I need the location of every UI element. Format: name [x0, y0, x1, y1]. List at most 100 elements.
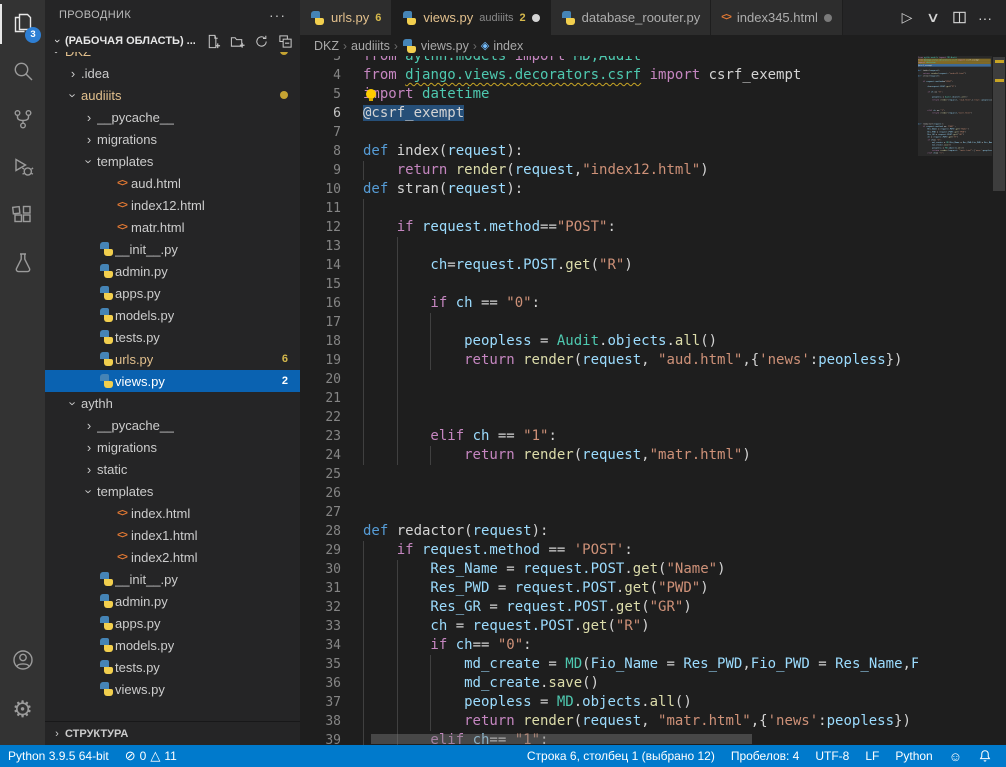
- tree-item-index-html[interactable]: index.html: [45, 502, 300, 524]
- code-line-11[interactable]: 11: [300, 199, 1006, 218]
- code-line-38[interactable]: 38return render(request, "matr.html",{'n…: [300, 712, 1006, 731]
- code-line-22[interactable]: 22: [300, 408, 1006, 427]
- code-line-34[interactable]: 34if ch== "0":: [300, 636, 1006, 655]
- tree-item-models-py[interactable]: models.py: [45, 304, 300, 326]
- tab-index345-html[interactable]: index345.html: [711, 0, 843, 35]
- code-line-16[interactable]: 16if ch == "0":: [300, 294, 1006, 313]
- feedback-smiley-icon[interactable]: ☺: [941, 745, 970, 767]
- dirty-dot-icon[interactable]: [824, 14, 832, 22]
- tree-item-migrations[interactable]: ›migrations: [45, 128, 300, 150]
- activity-item-explorer[interactable]: 3: [0, 0, 45, 48]
- code-line-30[interactable]: 30Res_Name = request.POST.get("Name"): [300, 560, 1006, 579]
- code-line-36[interactable]: 36md_create.save(): [300, 674, 1006, 693]
- new-folder-icon[interactable]: [228, 32, 246, 50]
- code-line-29[interactable]: 29if request.method == 'POST':: [300, 541, 1006, 560]
- status-language-mode[interactable]: Python: [887, 745, 940, 767]
- activity-item-run-debug[interactable]: [0, 144, 45, 192]
- status-indentation[interactable]: Пробелов: 4: [723, 745, 808, 767]
- code-line-35[interactable]: 35md_create = MD(Fio_Name = Res_PWD,Fio_…: [300, 655, 1006, 674]
- workspace-section-header[interactable]: › (РАБОЧАЯ ОБЛАСТЬ) ...: [45, 30, 300, 52]
- outline-section-header[interactable]: › СТРУКТУРА: [45, 721, 300, 745]
- tab-database-roouter-py[interactable]: database_roouter.py: [551, 0, 712, 35]
- tree-item-admin-py[interactable]: admin.py: [45, 260, 300, 282]
- code-line-3[interactable]: 3from aythh.models import MD,Audit: [300, 56, 1006, 66]
- activity-item-testing[interactable]: [0, 240, 45, 288]
- status-problems[interactable]: ⊘ 0 △ 11: [117, 745, 185, 767]
- tree-item-views-py[interactable]: views.py2: [45, 370, 300, 392]
- chevron-down-icon[interactable]: ∨: [918, 7, 949, 29]
- tree-item-audiiits[interactable]: ›audiiits: [45, 84, 300, 106]
- tree-item-matr-html[interactable]: matr.html: [45, 216, 300, 238]
- activity-item-account[interactable]: [0, 637, 45, 685]
- tree-item-tests-py[interactable]: tests.py: [45, 326, 300, 348]
- activity-item-source-control[interactable]: [0, 96, 45, 144]
- tree-item--pycache-[interactable]: ›__pycache__: [45, 414, 300, 436]
- tree-item-templates[interactable]: ›templates: [45, 150, 300, 172]
- code-line-23[interactable]: 23elif ch == "1":: [300, 427, 1006, 446]
- tree-item-apps-py[interactable]: apps.py: [45, 282, 300, 304]
- horizontal-scrollbar[interactable]: [300, 733, 918, 745]
- code-line-32[interactable]: 32Res_GR = request.POST.get("GR"): [300, 598, 1006, 617]
- horizontal-scrollbar-slider[interactable]: [371, 734, 752, 744]
- dirty-dot-icon[interactable]: [532, 14, 540, 22]
- tree-item-models-py[interactable]: models.py: [45, 634, 300, 656]
- code-line-5[interactable]: 5import datetime: [300, 85, 1006, 104]
- code-line-10[interactable]: 10def stran(request):: [300, 180, 1006, 199]
- code-line-14[interactable]: 14ch=request.POST.get("R"): [300, 256, 1006, 275]
- code-line-33[interactable]: 33ch = request.POST.get("R"): [300, 617, 1006, 636]
- code-line-12[interactable]: 12if request.method=="POST":: [300, 218, 1006, 237]
- tree-item-templates[interactable]: ›templates: [45, 480, 300, 502]
- tree-item-aythh[interactable]: ›aythh: [45, 392, 300, 414]
- ellipsis-icon[interactable]: ···: [974, 7, 996, 29]
- code-editor[interactable]: 3from aythh.models import MD,Audit4from …: [300, 56, 1006, 745]
- code-line-7[interactable]: 7: [300, 123, 1006, 142]
- code-line-26[interactable]: 26: [300, 484, 1006, 503]
- tree-item-views-py[interactable]: views.py: [45, 678, 300, 700]
- tab-urls-py[interactable]: urls.py6: [300, 0, 392, 35]
- tree-item--init-py[interactable]: __init__.py: [45, 238, 300, 260]
- tree-item-apps-py[interactable]: apps.py: [45, 612, 300, 634]
- tree-item-index1-html[interactable]: index1.html: [45, 524, 300, 546]
- code-line-28[interactable]: 28def redactor(request):: [300, 522, 1006, 541]
- code-line-8[interactable]: 8def index(request):: [300, 142, 1006, 161]
- code-line-37[interactable]: 37peopless = MD.objects.all(): [300, 693, 1006, 712]
- activity-item-extensions[interactable]: [0, 192, 45, 240]
- minimap[interactable]: from aythh.models import MD,Auditfrom dj…: [918, 56, 992, 745]
- tree-item-migrations[interactable]: ›migrations: [45, 436, 300, 458]
- code-line-31[interactable]: 31Res_PWD = request.POST.get("PWD"): [300, 579, 1006, 598]
- notifications-bell-icon[interactable]: [970, 745, 1000, 767]
- code-line-17[interactable]: 17: [300, 313, 1006, 332]
- activity-item-search[interactable]: [0, 48, 45, 96]
- tree-item-tests-py[interactable]: tests.py: [45, 656, 300, 678]
- status-cursor-position[interactable]: Строка 6, столбец 1 (выбрано 12): [519, 745, 723, 767]
- code-line-15[interactable]: 15: [300, 275, 1006, 294]
- tree-item-index12-html[interactable]: index12.html: [45, 194, 300, 216]
- tree-item--init-py[interactable]: __init__.py: [45, 568, 300, 590]
- collapse-all-icon[interactable]: [276, 32, 294, 50]
- breadcrumb-item-index[interactable]: ◈index: [481, 39, 523, 53]
- split-editor-icon[interactable]: [948, 7, 970, 29]
- breadcrumb-item-dkz[interactable]: DKZ: [314, 39, 339, 53]
- code-line-18[interactable]: 18peopless = Audit.objects.all(): [300, 332, 1006, 351]
- tree-item--pycache-[interactable]: ›__pycache__: [45, 106, 300, 128]
- tree-item-index2-html[interactable]: index2.html: [45, 546, 300, 568]
- tree-item-admin-py[interactable]: admin.py: [45, 590, 300, 612]
- new-file-icon[interactable]: [204, 32, 222, 50]
- vertical-scrollbar[interactable]: [992, 56, 1006, 745]
- tree-item-dkz[interactable]: ›DKZ: [45, 52, 300, 62]
- refresh-icon[interactable]: [252, 32, 270, 50]
- vertical-scrollbar-slider[interactable]: [993, 57, 1005, 191]
- tab-views-py[interactable]: views.pyaudiiits2: [392, 0, 550, 35]
- explorer-more-icon[interactable]: ···: [269, 7, 286, 23]
- code-line-13[interactable]: 13: [300, 237, 1006, 256]
- code-line-25[interactable]: 25: [300, 465, 1006, 484]
- play-icon[interactable]: ▷: [896, 7, 918, 29]
- code-line-4[interactable]: 4from django.views.decorators.csrf impor…: [300, 66, 1006, 85]
- tree-item-urls-py[interactable]: urls.py6: [45, 348, 300, 370]
- status-eol[interactable]: LF: [857, 745, 887, 767]
- status-python-version[interactable]: Python 3.9.5 64-bit: [0, 745, 117, 767]
- breadcrumb-item-audiiits[interactable]: audiiits: [351, 39, 390, 53]
- status-encoding[interactable]: UTF-8: [807, 745, 857, 767]
- code-line-27[interactable]: 27: [300, 503, 1006, 522]
- lightbulb-icon[interactable]: [366, 89, 376, 99]
